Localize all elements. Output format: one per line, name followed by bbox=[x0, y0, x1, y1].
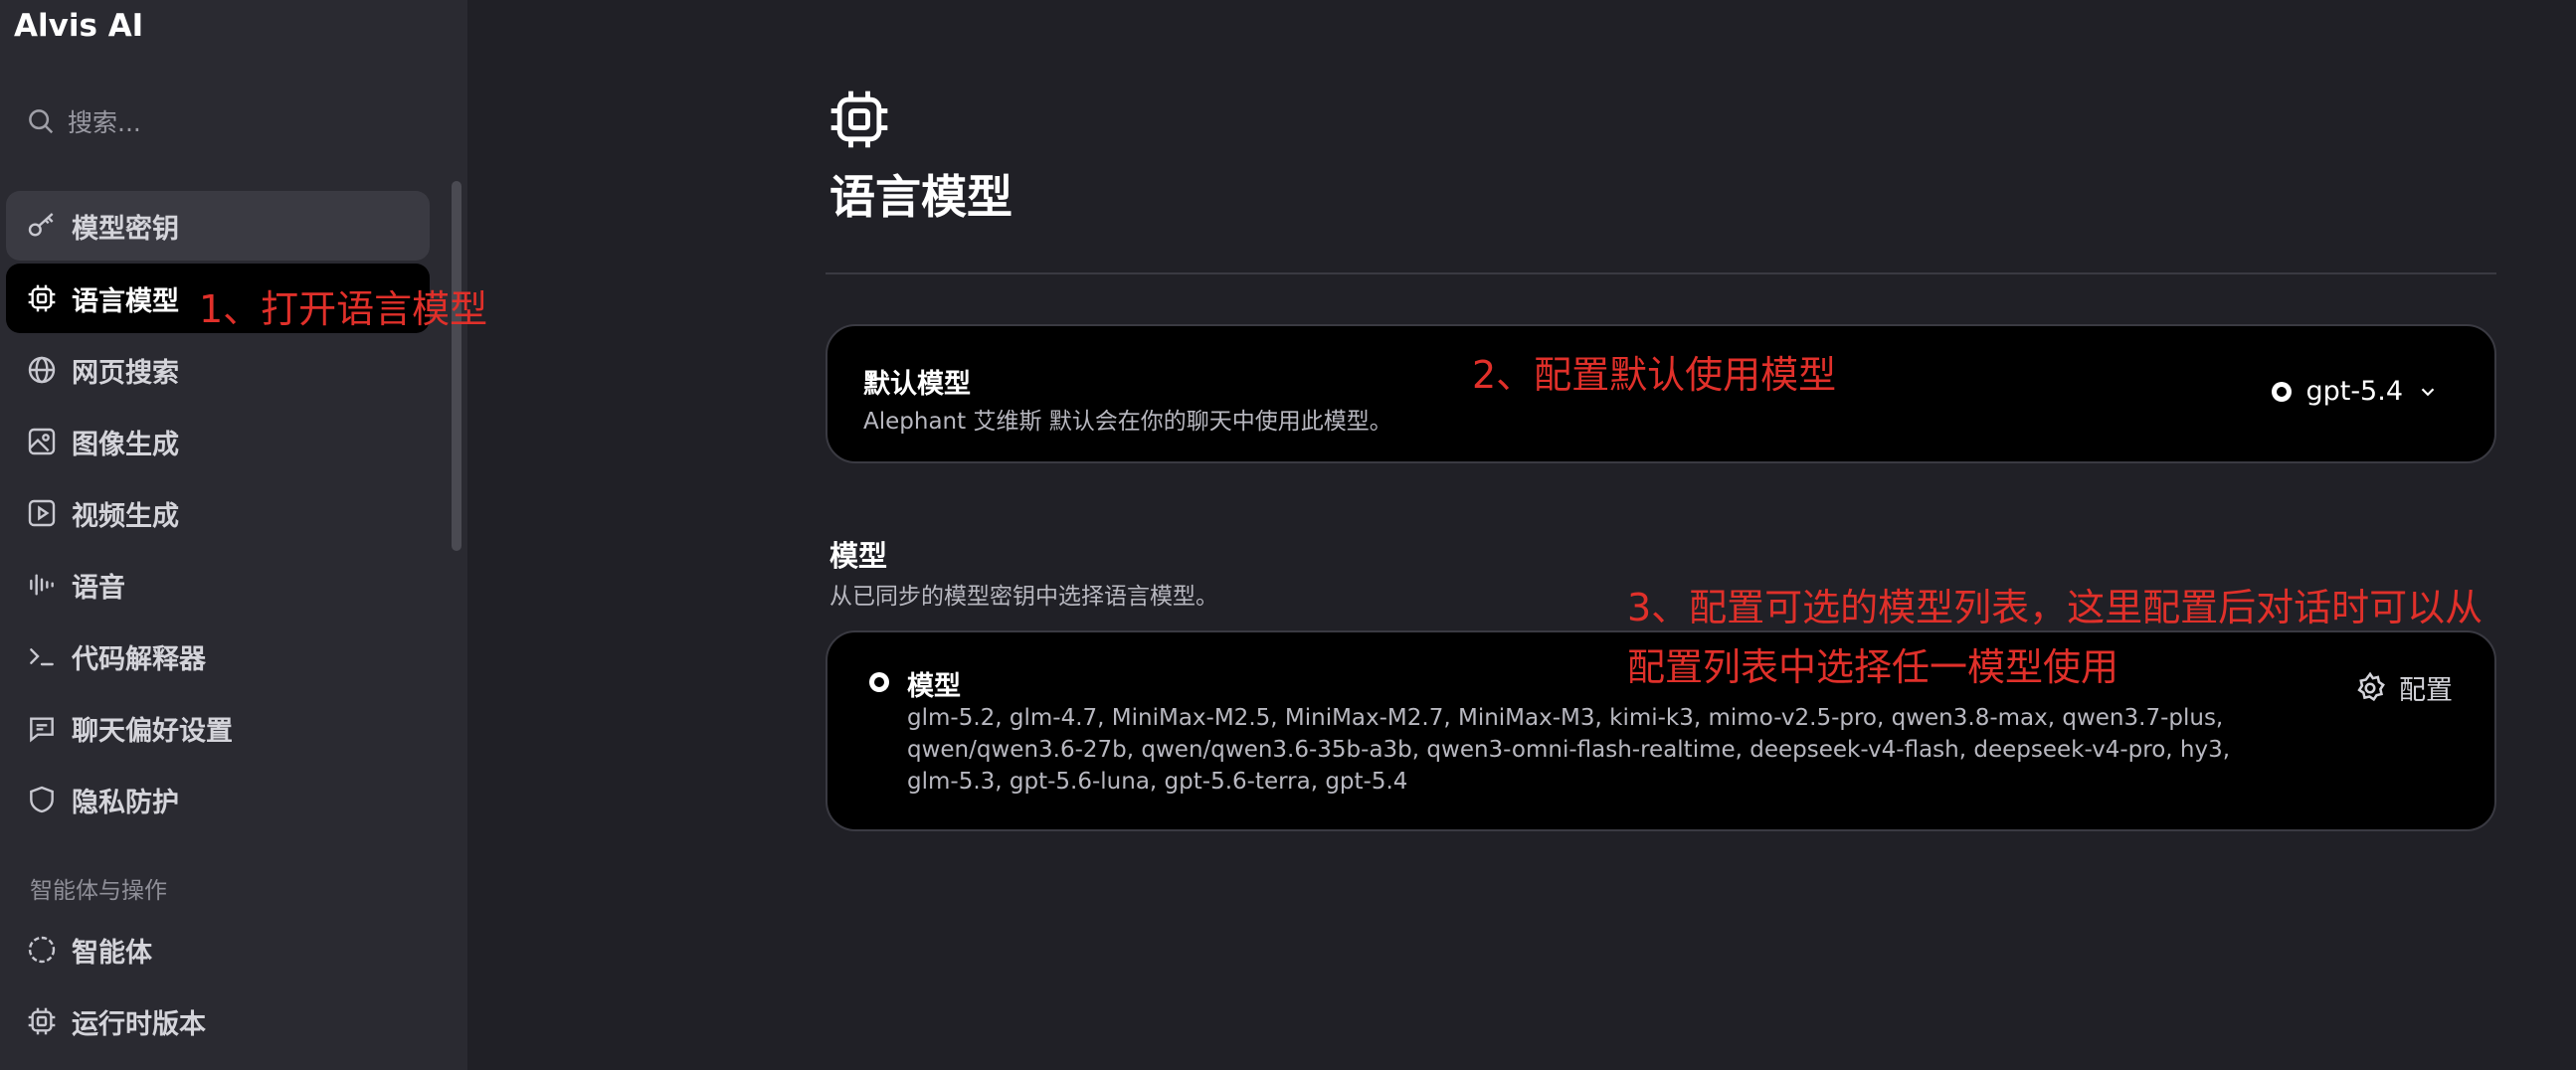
video-icon bbox=[28, 499, 56, 527]
model-provider-icon bbox=[869, 672, 889, 692]
sidebar-item-label: 隐私防护 bbox=[72, 787, 179, 818]
model-list: glm-5.2, glm-4.7, MiniMax-M2.5, MiniMax-… bbox=[907, 705, 2231, 795]
chevron-down-icon bbox=[2421, 387, 2435, 396]
chip-icon bbox=[28, 284, 56, 312]
key-icon bbox=[28, 213, 54, 237]
sidebar-section-label: 智能体与操作 bbox=[30, 878, 167, 904]
sidebar-item-image-generation[interactable]: 图像生成 bbox=[6, 407, 430, 476]
chip-icon bbox=[830, 90, 888, 148]
annotation-step-1: 1、打开语言模型 bbox=[199, 287, 488, 331]
message-square-icon bbox=[30, 717, 54, 743]
sidebar-item-label: 智能体 bbox=[72, 937, 152, 969]
models-card-title: 模型 bbox=[907, 671, 961, 702]
search-input[interactable]: 搜索... bbox=[68, 103, 141, 139]
selected-model: gpt-5.4 bbox=[2305, 376, 2403, 407]
search-icon bbox=[29, 109, 54, 134]
sidebar-item-label: 模型密钥 bbox=[72, 213, 179, 245]
configure-label: 配置 bbox=[2399, 675, 2453, 706]
search-box[interactable]: 搜索... bbox=[26, 103, 141, 139]
models-section-title: 模型 bbox=[829, 539, 888, 573]
sidebar-item-label: 网页搜索 bbox=[72, 357, 179, 389]
sidebar-item-label: 视频生成 bbox=[72, 500, 179, 532]
gear-icon bbox=[2357, 671, 2385, 701]
audio-waveform-icon bbox=[30, 574, 54, 596]
terminal-icon bbox=[30, 648, 54, 666]
default-model-title: 默认模型 bbox=[863, 369, 971, 400]
sidebar-item-video-generation[interactable]: 视频生成 bbox=[6, 478, 430, 548]
header-divider bbox=[826, 272, 2496, 274]
sidebar: Alvis AI 搜索... 模型密钥 语言模型 网页搜索 图像生成 视频生成 … bbox=[0, 0, 467, 1070]
sidebar-item-runtime-version[interactable]: 运行时版本 bbox=[6, 986, 430, 1056]
default-model-description: Alephant 艾维斯 默认会在你的聊天中使用此模型。 bbox=[863, 409, 1392, 435]
model-provider-icon bbox=[2272, 381, 2293, 402]
sidebar-item-model-keys[interactable]: 模型密钥 bbox=[6, 191, 430, 261]
sidebar-item-label: 语言模型 bbox=[72, 285, 179, 317]
sidebar-item-label: 聊天偏好设置 bbox=[72, 715, 233, 747]
shield-icon bbox=[30, 786, 54, 813]
configure-button[interactable]: 配置 bbox=[2353, 668, 2453, 707]
sidebar-item-label: 图像生成 bbox=[72, 429, 179, 460]
sidebar-item-label: 运行时版本 bbox=[72, 1008, 206, 1040]
sidebar-item-agents[interactable]: 智能体 bbox=[6, 915, 430, 984]
annotation-step-2: 2、配置默认使用模型 bbox=[1472, 353, 1837, 397]
sidebar-item-label: 语音 bbox=[72, 572, 125, 604]
dashed-circle-icon bbox=[28, 936, 56, 964]
sidebar-item-voice[interactable]: 语音 bbox=[6, 550, 430, 620]
annotation-step-3-line-1: 3、配置可选的模型列表，这里配置后对话时可以从 bbox=[1627, 586, 2484, 629]
sidebar-item-chat-preferences[interactable]: 聊天偏好设置 bbox=[6, 693, 430, 763]
default-model-dropdown[interactable]: gpt-5.4 bbox=[2272, 376, 2439, 407]
chip-icon bbox=[28, 1007, 56, 1035]
app-title: Alvis AI bbox=[14, 8, 144, 44]
globe-icon bbox=[28, 356, 56, 384]
models-section-description: 从已同步的模型密钥中选择语言模型。 bbox=[829, 584, 1218, 610]
image-icon bbox=[28, 428, 56, 455]
sidebar-item-label: 代码解释器 bbox=[72, 643, 206, 675]
sidebar-item-privacy-protection[interactable]: 隐私防护 bbox=[6, 765, 430, 834]
page-title: 语言模型 bbox=[829, 170, 1012, 224]
sidebar-item-web-search[interactable]: 网页搜索 bbox=[6, 335, 430, 405]
sidebar-scrollbar[interactable] bbox=[452, 181, 461, 551]
sidebar-item-code-interpreter[interactable]: 代码解释器 bbox=[6, 622, 430, 691]
annotation-step-3-line-2: 配置列表中选择任一模型使用 bbox=[1627, 645, 2119, 689]
